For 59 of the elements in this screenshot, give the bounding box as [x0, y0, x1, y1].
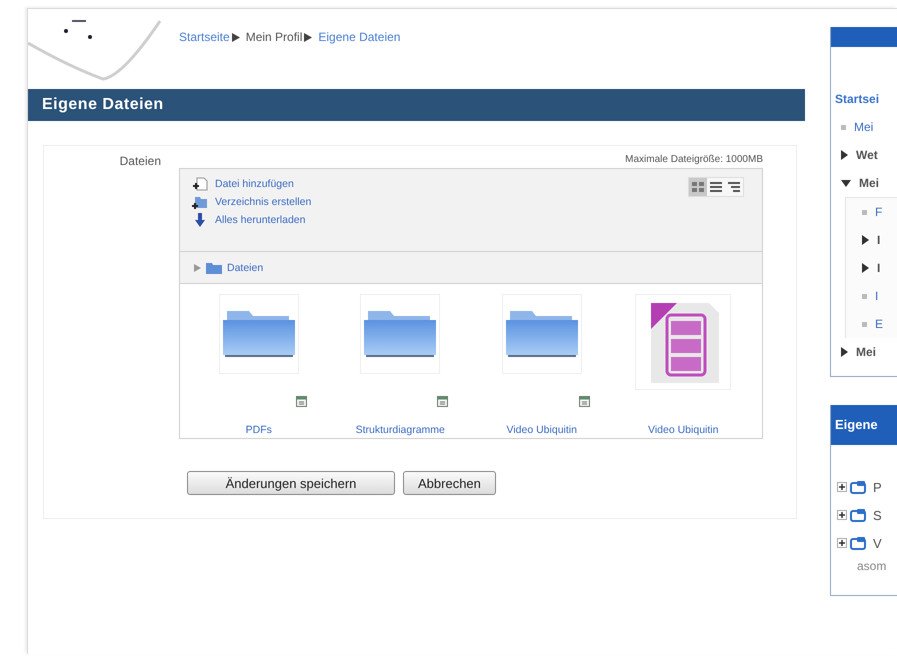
nav-item[interactable]: Wet — [856, 148, 878, 162]
plus-icon[interactable] — [837, 482, 847, 492]
context-menu-icon[interactable] — [437, 396, 448, 407]
nav-item[interactable]: Mei — [854, 120, 874, 134]
down-arrow-icon — [192, 213, 208, 227]
breadcrumb-item: Mein Profil — [246, 30, 302, 44]
tree-item[interactable]: V — [873, 536, 882, 550]
collapsed-arrow-icon[interactable] — [862, 235, 869, 245]
plus-icon[interactable] — [837, 510, 847, 520]
nav-item[interactable]: E — [875, 317, 884, 331]
nav-item[interactable]: I — [875, 289, 878, 303]
bullet-icon — [841, 124, 846, 130]
field-label: Dateien — [118, 153, 161, 170]
bullet-icon — [862, 322, 867, 326]
nav-item[interactable]: Startsei — [835, 92, 880, 106]
collapsed-arrow-icon[interactable] — [841, 347, 848, 357]
file-name[interactable]: Video Ubiquitin — [648, 424, 718, 436]
folder-icon[interactable] — [364, 311, 436, 357]
folder-icon — [850, 536, 866, 550]
action-link[interactable]: Alles herunterladen — [215, 214, 306, 226]
bullet-icon — [862, 210, 867, 214]
nav-item[interactable]: Mei — [859, 176, 880, 190]
nav-item[interactable]: I — [877, 233, 880, 247]
tree-item[interactable]: S — [873, 508, 882, 522]
triangle-separator-icon — [232, 32, 240, 42]
add-file-icon — [192, 177, 208, 191]
file-name[interactable]: PDFs — [246, 424, 272, 436]
context-menu-icon[interactable] — [578, 396, 590, 407]
breadcrumb-item[interactable]: Eigene Dateien — [318, 30, 400, 44]
nav-item[interactable]: Mei — [856, 345, 876, 359]
action-link[interactable]: Verzeichnis erstellen — [215, 196, 312, 208]
triangle-separator-icon — [304, 32, 312, 42]
folder-icon — [850, 480, 866, 494]
block-title: Eigene — [831, 405, 897, 445]
path-link[interactable]: Dateien — [227, 262, 264, 274]
context-menu-icon[interactable] — [296, 396, 307, 407]
collapsed-arrow-icon[interactable] — [841, 150, 848, 160]
expand-arrow-icon[interactable] — [194, 264, 201, 272]
form-button[interactable]: Änderungen speichern — [187, 471, 395, 495]
folder-icon — [850, 508, 866, 522]
nav-item[interactable]: F — [875, 205, 882, 219]
folder-icon[interactable] — [222, 311, 295, 357]
action-link[interactable]: Datei hinzufügen — [215, 178, 294, 190]
page-title: Eigene Dateien — [28, 89, 805, 121]
form-button[interactable]: Abbrechen — [403, 471, 496, 495]
file-name[interactable]: Strukturdiagramme — [356, 424, 445, 436]
breadcrumb-item[interactable]: Startseite — [179, 30, 230, 44]
nav-item[interactable]: I — [877, 261, 880, 275]
max-size-text: Maximale Dateigröße: 1000MB — [624, 153, 763, 167]
file-name[interactable]: Video Ubiquitin — [506, 424, 577, 436]
add-folder-icon — [192, 195, 208, 209]
collapsed-arrow-icon[interactable] — [862, 263, 869, 273]
tree-item[interactable]: asom — [857, 559, 886, 573]
plus-icon[interactable] — [837, 538, 847, 548]
bullet-icon — [862, 294, 867, 298]
folder-icon[interactable] — [506, 311, 578, 357]
folder-icon — [206, 262, 222, 274]
expanded-arrow-icon[interactable] — [841, 180, 851, 186]
tree-item[interactable]: P — [873, 480, 882, 494]
